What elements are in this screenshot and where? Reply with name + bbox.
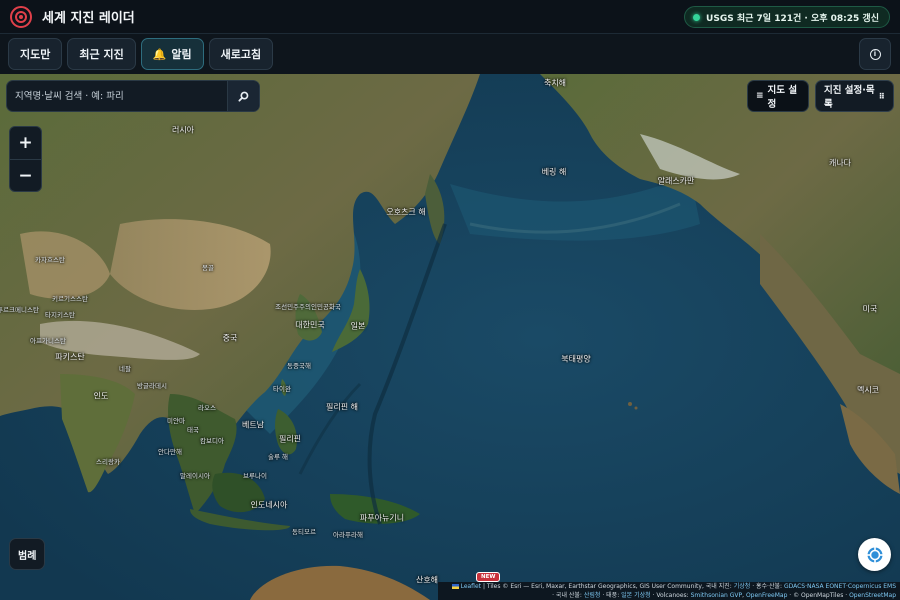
label-brunei: 브루나이 <box>243 472 267 480</box>
label-okhotsk-sea: 오호츠크 해 <box>386 207 426 217</box>
crosshair-icon <box>866 546 883 563</box>
map-only-button[interactable]: 지도만 <box>8 38 63 70</box>
recent-quakes-label: 최근 지진 <box>79 48 124 61</box>
status-text: USGS 최근 7일 121건 · 오후 08:25 갱신 <box>706 13 879 24</box>
toolbar: 지도만 최근 지진 🔔 알림 새로고침 i <box>0 34 900 74</box>
label-india: 인도 <box>93 391 109 401</box>
gdacs-link[interactable]: GDACS·NASA EONET·Copernicus EMS <box>784 583 896 590</box>
quake-settings-label: 지진 설정·목록 <box>824 85 875 110</box>
label-south-korea: 대한민국 <box>295 320 325 330</box>
refresh-label: 새로고침 <box>220 48 262 61</box>
label-philippines: 필리핀 <box>278 434 302 444</box>
leaflet-link[interactable]: Leaflet <box>461 583 481 590</box>
search-icon <box>238 91 249 102</box>
refresh-button[interactable]: 새로고침 <box>208 38 274 70</box>
zoom-control: + − <box>9 126 42 192</box>
label-nepal: 네팔 <box>119 365 131 373</box>
label-bangladesh: 방글라데시 <box>137 382 167 390</box>
map-view[interactable]: 축치해 러시아 캐나다 베링 해 알래스카만 오호츠크 해 카자흐스탄 몽골 키… <box>0 74 900 600</box>
locate-button[interactable] <box>858 538 891 571</box>
label-taiwan: 타이완 <box>273 385 291 393</box>
location-search <box>6 80 260 112</box>
zoom-in-button[interactable]: + <box>10 127 41 159</box>
attribution-text-2d: · © OpenMapTiles · <box>789 591 848 599</box>
label-turkmenistan: 투르크메니스탄 <box>0 306 39 314</box>
openfreemap-link[interactable]: OpenFreeMap <box>746 592 787 599</box>
alerts-button[interactable]: 🔔 알림 <box>140 38 204 70</box>
label-tajikistan: 타지키스탄 <box>45 311 75 319</box>
label-cambodia: 캄보디아 <box>200 437 224 445</box>
label-coral-sea: 산호해 <box>415 575 439 585</box>
label-usa: 미국 <box>862 304 878 314</box>
attribution-text-2b: · 태풍: <box>602 591 620 599</box>
forest-service-link[interactable]: 산림청 <box>584 592 601 599</box>
ukraine-flag-icon <box>451 584 459 589</box>
label-papua-new-guinea: 파푸아뉴기니 <box>359 513 405 523</box>
label-pakistan: 파키스탄 <box>55 352 85 362</box>
label-bering-sea: 베링 해 <box>541 167 567 177</box>
map-settings-button[interactable]: ≡ 지도 설정 <box>747 80 809 112</box>
label-philippine-sea: 필리핀 해 <box>326 402 358 412</box>
label-canada: 캐나다 <box>828 158 852 168</box>
attribution-text-2a: · 국내 산불: <box>552 591 582 599</box>
label-mongolia: 몽골 <box>202 264 214 272</box>
radar-logo-icon <box>10 5 32 28</box>
osm-link[interactable]: OpenStreetMap <box>849 592 896 599</box>
map-attribution: Leaflet | Tiles © Esri — Esri, Maxar, Ea… <box>438 582 900 600</box>
label-mexico: 멕시코 <box>856 385 880 395</box>
quake-settings-button[interactable]: 지진 설정·목록 ⠿ <box>815 80 894 112</box>
label-east-china-sea: 동중국해 <box>287 362 311 370</box>
label-vietnam: 베트남 <box>241 420 265 430</box>
attribution-text-1b: · 홍수·산불: <box>752 583 783 590</box>
live-status-dot-icon <box>693 13 701 21</box>
zoom-out-button[interactable]: − <box>10 159 41 191</box>
legend-button[interactable]: 범례 <box>9 538 46 570</box>
label-kyrgyzstan: 키르기스스탄 <box>52 295 88 303</box>
info-button[interactable]: i <box>859 38 891 70</box>
label-afghanistan: 아프가니스탄 <box>30 337 66 345</box>
label-china: 중국 <box>222 333 238 343</box>
map-settings-label: 지도 설정 <box>767 85 798 110</box>
kma-link[interactable]: 기상청 <box>734 583 751 590</box>
label-alaska-peninsula: 알래스카만 <box>657 176 695 186</box>
status-badge: USGS 최근 7일 121건 · 오후 08:25 갱신 <box>684 6 890 28</box>
recent-quakes-button[interactable]: 최근 지진 <box>67 38 136 70</box>
label-arafura-sea: 아라푸라해 <box>333 531 363 539</box>
grid-dots-icon: ⠿ <box>878 91 885 101</box>
label-russia: 러시아 <box>171 125 195 135</box>
app-header: 세계 지진 레이더 USGS 최근 7일 121건 · 오후 08:25 갱신 <box>0 0 900 34</box>
info-icon: i <box>869 48 881 60</box>
new-badge: NEW <box>476 572 501 582</box>
label-north-korea: 조선민주주의인민공화국 <box>275 303 341 311</box>
label-kazakhstan: 카자흐스탄 <box>35 256 65 264</box>
label-thailand: 태국 <box>187 426 199 434</box>
satellite-basemap <box>0 74 900 600</box>
label-timor-leste: 동티모르 <box>292 528 316 536</box>
app-title: 세계 지진 레이더 <box>42 11 135 26</box>
label-sri-lanka: 스리랑카 <box>96 458 120 466</box>
label-indonesia: 인도네시아 <box>250 500 288 510</box>
label-laos: 라오스 <box>198 404 216 412</box>
hamburger-icon: ≡ <box>756 91 764 101</box>
map-only-label: 지도만 <box>20 48 51 61</box>
label-myanmar: 미얀마 <box>167 417 185 425</box>
attribution-text-1: | Tiles © Esri — Esri, Maxar, Earthstar … <box>482 583 732 590</box>
search-input[interactable] <box>7 81 227 111</box>
label-chukchi-sea: 축치해 <box>543 78 567 88</box>
bell-icon: 🔔 <box>152 47 167 61</box>
smithsonian-link[interactable]: Smithsonian GVP <box>691 592 743 599</box>
search-button[interactable] <box>227 81 259 111</box>
attribution-text-2c: · Volcanoes: <box>652 591 689 599</box>
label-andaman-sea: 안다만해 <box>158 448 182 456</box>
label-sulu-sea: 술루 해 <box>267 453 289 461</box>
label-japan: 일본 <box>350 321 366 331</box>
jma-link[interactable]: 일본 기상청 <box>621 592 651 599</box>
label-malaysia: 말레이시아 <box>180 472 210 480</box>
label-north-pacific: 북태평양 <box>561 354 591 364</box>
alerts-label: 알림 <box>171 48 192 61</box>
